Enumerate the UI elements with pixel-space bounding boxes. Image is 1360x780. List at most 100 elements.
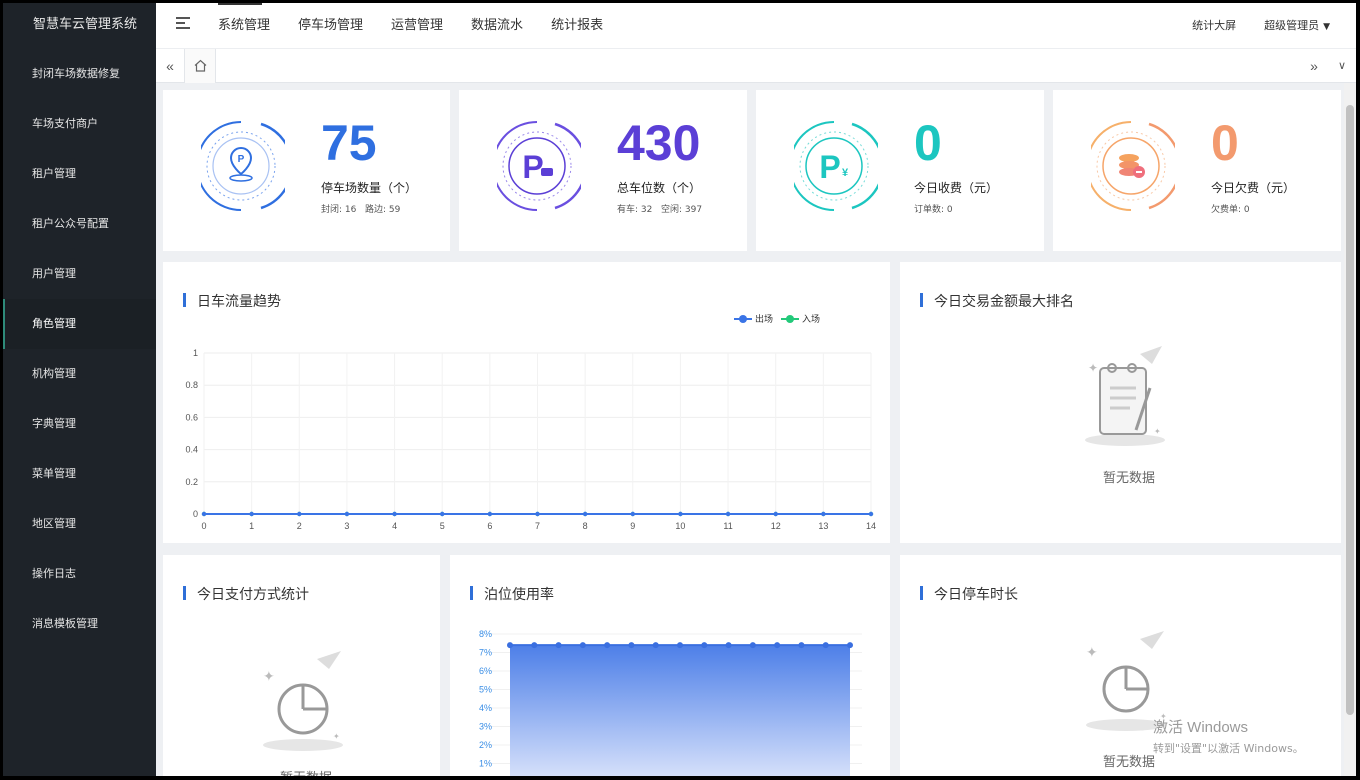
svg-text:✦: ✦ [333, 732, 340, 741]
stat-title: 今日欠费（元） [1211, 181, 1296, 195]
empty-text: 暂无数据 [280, 767, 332, 776]
y-tick-label: 4% [479, 703, 492, 713]
data-point [628, 642, 635, 649]
data-point [297, 511, 302, 517]
dashboard-link[interactable]: 统计大屏 [1192, 3, 1236, 50]
sidebar-item[interactable]: 租户公众号配置 [3, 199, 156, 249]
x-tick-label: 4 [392, 521, 397, 531]
sidebar-item[interactable]: 车场支付商户 [3, 99, 156, 149]
x-tick-label: 7 [535, 521, 540, 531]
svg-text:P: P [819, 149, 840, 185]
scroll-left-icon[interactable]: « [156, 49, 184, 83]
y-tick-label: 7% [479, 648, 492, 658]
data-point [868, 511, 874, 517]
data-point [579, 642, 586, 649]
sidebar-item[interactable]: 操作日志 [3, 549, 156, 599]
home-icon [194, 59, 207, 72]
activation-watermark-text: 转到"设置"以激活 Windows。 [1153, 742, 1304, 755]
data-point [555, 642, 562, 649]
top-nav-item[interactable]: 运营管理 [391, 3, 443, 49]
y-tick-label: 1 [193, 348, 198, 358]
panel-title: 今日停车时长 [920, 584, 1018, 604]
panel-traffic-trend: 日车流量趋势 0 0.2 0.4 0.6 0.8 1 0 1 2 3 4 5 6 7 8 9 10 11 12 13 1… [163, 262, 890, 543]
y-tick-label: 0 [193, 509, 198, 519]
y-tick-label: 3% [479, 722, 492, 732]
coins-icon [1091, 121, 1175, 211]
parking-car-icon: P [497, 121, 581, 211]
sidebar-item[interactable]: 角色管理 [3, 299, 156, 349]
sidebar-item[interactable]: 租户管理 [3, 149, 156, 199]
top-nav-item[interactable]: 停车场管理 [298, 3, 363, 49]
data-point [249, 511, 254, 517]
sidebar-item[interactable]: 地区管理 [3, 499, 156, 549]
y-tick-label: 0.4 [185, 445, 198, 455]
stat-subtitle: 封闭: 16 路边: 59 [321, 205, 401, 215]
x-tick-label: 14 [866, 521, 876, 531]
panel-payment-stats: 今日支付方式统计 ✦ ✦ 暂无数据 [163, 555, 440, 776]
stat-subtitle: 欠费单: 0 [1211, 205, 1250, 215]
svg-text:P: P [238, 154, 245, 165]
empty-pie-icon: ✦ ✦ [263, 651, 343, 751]
area-fill [510, 645, 850, 776]
scrollbar-thumb[interactable] [1346, 105, 1354, 715]
sidebar-item[interactable]: 字典管理 [3, 399, 156, 449]
y-tick-label: 2% [479, 740, 492, 750]
tab-dropdown-icon[interactable]: ∨ [1328, 49, 1356, 83]
sidebar-item[interactable]: 菜单管理 [3, 449, 156, 499]
sidebar-item[interactable]: 机构管理 [3, 349, 156, 399]
data-point [604, 642, 611, 649]
stat-card-total-spaces: P 430 总车位数（个） 有车: 32 空闲: 397 [459, 90, 747, 251]
top-right: 统计大屏 超级管理员 ▼ [1192, 3, 1330, 50]
top-nav-item[interactable]: 统计报表 [551, 3, 603, 49]
top-nav-item[interactable]: 系统管理 [218, 3, 270, 49]
data-point [535, 511, 540, 517]
svg-text:¥: ¥ [842, 167, 849, 179]
activation-watermark-title: 激活 Windows [1153, 719, 1249, 736]
svg-text:✦: ✦ [1086, 644, 1098, 660]
y-tick-label: 6% [479, 666, 492, 676]
x-tick-label: 12 [771, 521, 781, 531]
top-nav-item[interactable]: 数据流水 [471, 3, 523, 49]
x-tick-label: 8 [583, 521, 588, 531]
stat-title: 停车场数量（个） [321, 181, 418, 195]
stat-title: 今日收费（元） [914, 181, 999, 195]
y-tick-label: 8% [479, 629, 492, 639]
parking-payment-icon: P ¥ [794, 121, 878, 211]
app-title: 智慧车云管理系统 [33, 17, 138, 32]
sidebar-item[interactable]: 封闭车场数据修复 [3, 49, 156, 99]
stat-card-today-arrears: 0 今日欠费（元） 欠费单: 0 [1053, 90, 1341, 251]
data-point [652, 642, 659, 649]
svg-text:✦: ✦ [1154, 427, 1161, 436]
svg-text:✦: ✦ [263, 668, 275, 684]
x-tick-label: 13 [818, 521, 828, 531]
user-menu[interactable]: 超级管理员 ▼ [1264, 3, 1330, 50]
sidebar-item[interactable]: 用户管理 [3, 249, 156, 299]
page-scrollbar[interactable] [1344, 83, 1356, 776]
y-tick-label: 5% [479, 685, 492, 695]
y-tick-label: 0.8 [185, 380, 198, 390]
data-point [822, 642, 829, 649]
stat-value: 0 [914, 115, 942, 171]
user-name: 超级管理员 [1264, 19, 1320, 32]
x-tick-label: 2 [297, 521, 302, 531]
stat-title: 总车位数（个） [617, 181, 702, 195]
scroll-right-icon[interactable]: » [1300, 49, 1328, 83]
x-tick-label: 0 [201, 521, 206, 531]
menu-toggle-icon[interactable] [176, 17, 190, 31]
data-point [725, 511, 731, 517]
panel-title: 今日支付方式统计 [183, 584, 309, 604]
sidebar-item[interactable]: 消息模板管理 [3, 599, 156, 649]
home-tab[interactable] [184, 49, 216, 83]
data-point [774, 642, 781, 649]
empty-text: 暂无数据 [1103, 471, 1156, 486]
data-point [847, 642, 853, 649]
sidebar-menu: 封闭车场数据修复 车场支付商户 租户管理 租户公众号配置 用户管理 角色管理 机构管理 字典管… [3, 49, 156, 649]
parking-location-icon: P [201, 121, 285, 211]
data-point [440, 511, 445, 517]
data-point [821, 511, 826, 517]
x-tick-label: 1 [249, 521, 254, 531]
data-point [531, 642, 538, 649]
data-point [701, 642, 708, 649]
data-point [507, 642, 513, 649]
x-tick-label: 3 [344, 521, 349, 531]
